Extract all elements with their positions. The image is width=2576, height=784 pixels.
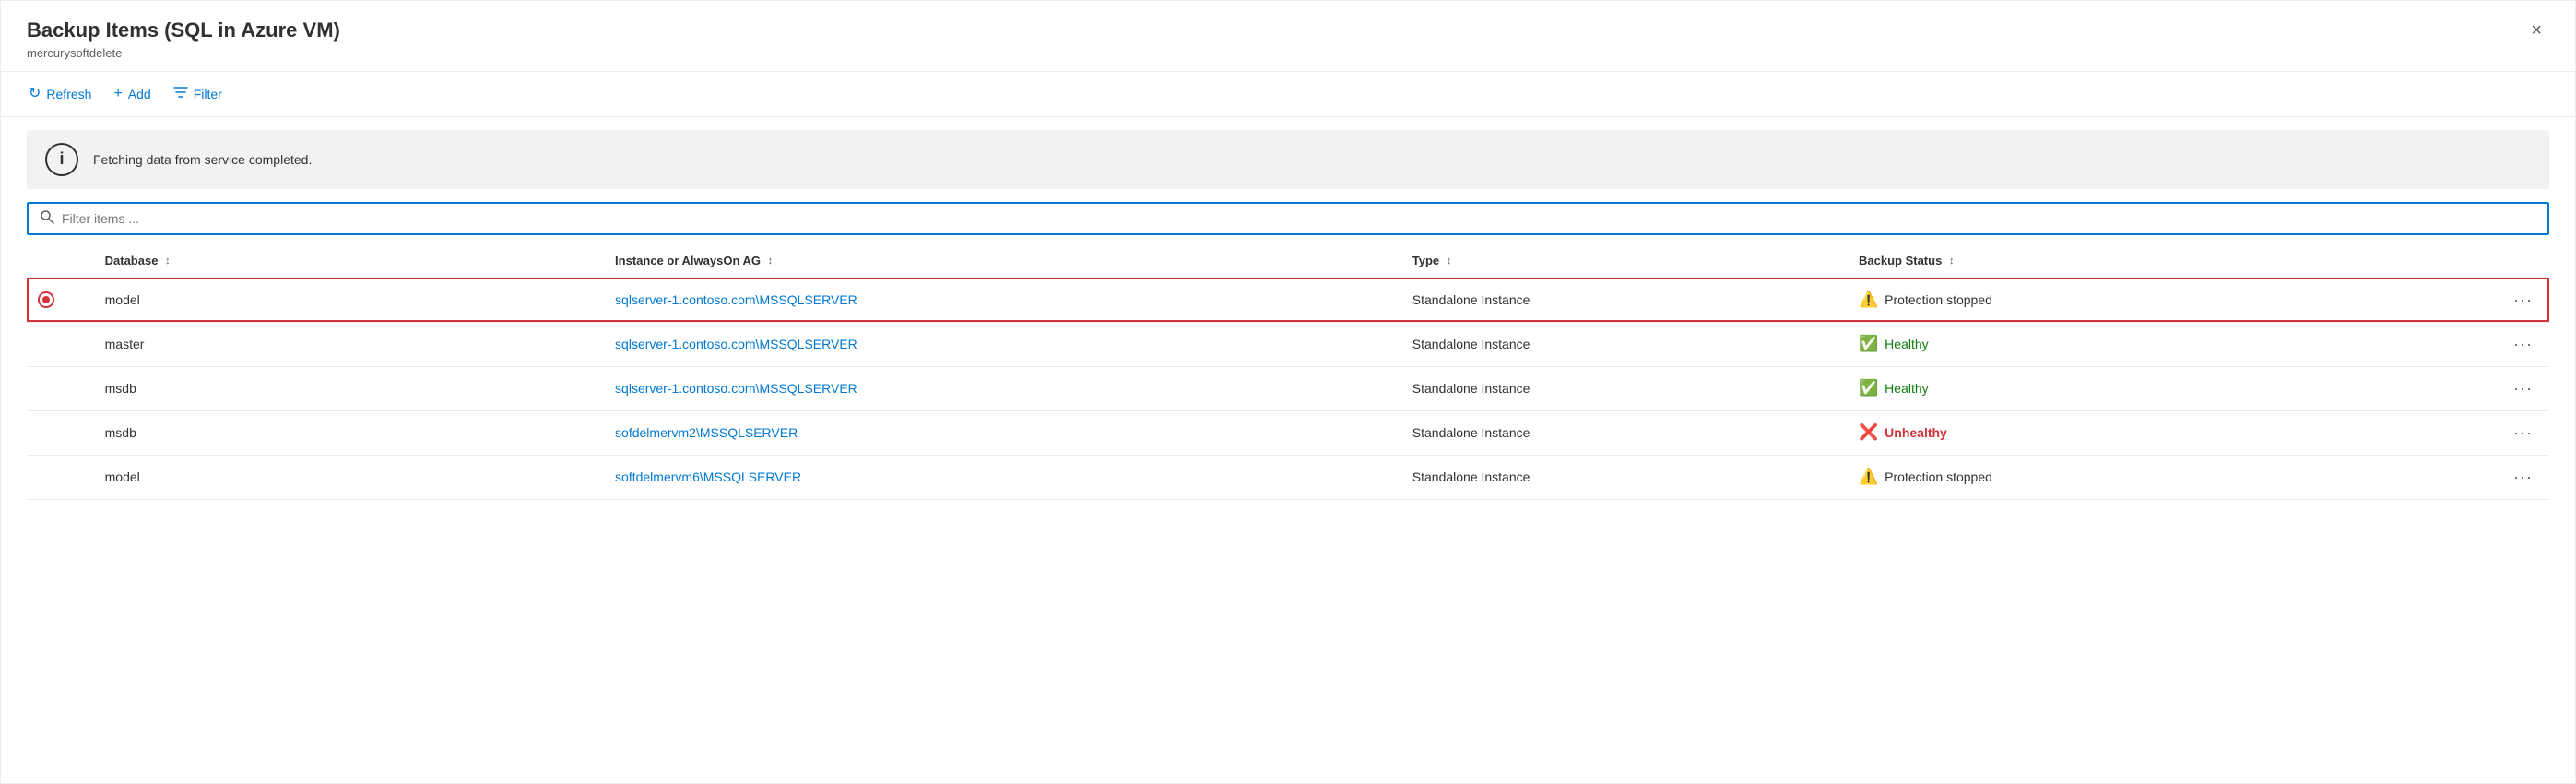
- backup-items-panel: Backup Items (SQL in Azure VM) mercuryso…: [0, 0, 2576, 784]
- cell-database: msdb: [94, 410, 604, 455]
- cell-backup-status: ⚠️ Protection stopped: [1848, 278, 2453, 323]
- more-button[interactable]: ···: [2508, 377, 2538, 400]
- col-header-more: [2453, 244, 2549, 278]
- cell-database: model: [94, 278, 604, 323]
- cell-backup-status: ⚠️ Protection stopped: [1848, 455, 2453, 499]
- more-button[interactable]: ···: [2508, 289, 2538, 312]
- cell-more: ···: [2453, 278, 2549, 323]
- col-header-database[interactable]: Database ↕: [94, 244, 604, 278]
- stop-icon: [38, 291, 54, 308]
- error-icon: ❌: [1859, 423, 1878, 442]
- healthy-icon: ✅: [1859, 379, 1878, 398]
- warning-icon: ⚠️: [1859, 291, 1878, 309]
- cell-type: Standalone Instance: [1401, 278, 1848, 323]
- table-row[interactable]: msdb sqlserver-1.contoso.com\MSSQLSERVER S…: [27, 366, 2549, 410]
- instance-link[interactable]: sqlserver-1.contoso.com\MSSQLSERVER: [615, 292, 857, 307]
- info-bar: i Fetching data from service completed.: [27, 130, 2549, 189]
- status-label: Protection stopped: [1885, 469, 1992, 484]
- close-button[interactable]: ×: [2523, 18, 2549, 43]
- info-icon: i: [45, 143, 78, 176]
- panel-title-area: Backup Items (SQL in Azure VM) mercuryso…: [27, 18, 340, 60]
- status-label: Protection stopped: [1885, 292, 1992, 307]
- cell-instance[interactable]: sqlserver-1.contoso.com\MSSQLSERVER: [604, 278, 1401, 323]
- instance-link[interactable]: sqlserver-1.contoso.com\MSSQLSERVER: [615, 381, 857, 396]
- col-header-status[interactable]: Backup Status ↕: [1848, 244, 2453, 278]
- table-row[interactable]: model softdelmervm6\MSSQLSERVER Standalone…: [27, 455, 2549, 499]
- cell-type: Standalone Instance: [1401, 366, 1848, 410]
- table-header-row: Database ↕ Instance or AlwaysOn AG ↕ Typ…: [27, 244, 2549, 278]
- cell-type: Standalone Instance: [1401, 455, 1848, 499]
- col-header-instance[interactable]: Instance or AlwaysOn AG ↕: [604, 244, 1401, 278]
- table-row[interactable]: master sqlserver-1.contoso.com\MSSQLSERVE…: [27, 322, 2549, 366]
- sort-icon-instance: ↕: [768, 255, 774, 267]
- cell-backup-status: ✅ Healthy: [1848, 366, 2453, 410]
- table-row[interactable]: model sqlserver-1.contoso.com\MSSQLSERVER…: [27, 278, 2549, 323]
- cell-database: model: [94, 455, 604, 499]
- filter-icon: [173, 85, 188, 103]
- row-status-icon: [27, 278, 94, 323]
- panel-subtitle: mercurysoftdelete: [27, 46, 340, 60]
- cell-type: Standalone Instance: [1401, 322, 1848, 366]
- cell-more: ···: [2453, 366, 2549, 410]
- info-message: Fetching data from service completed.: [93, 152, 312, 167]
- panel-header: Backup Items (SQL in Azure VM) mercuryso…: [1, 1, 2575, 72]
- panel-title: Backup Items (SQL in Azure VM): [27, 18, 340, 44]
- col-header-type[interactable]: Type ↕: [1401, 244, 1848, 278]
- add-icon: +: [113, 87, 122, 101]
- filter-button[interactable]: Filter: [171, 81, 224, 107]
- cell-database: msdb: [94, 366, 604, 410]
- cell-backup-status: ❌ Unhealthy: [1848, 410, 2453, 455]
- cell-more: ···: [2453, 410, 2549, 455]
- filter-label: Filter: [194, 87, 222, 101]
- more-button[interactable]: ···: [2508, 466, 2538, 489]
- cell-more: ···: [2453, 455, 2549, 499]
- cell-backup-status: ✅ Healthy: [1848, 322, 2453, 366]
- add-label: Add: [128, 87, 151, 101]
- cell-instance[interactable]: softdelmervm6\MSSQLSERVER: [604, 455, 1401, 499]
- instance-link[interactable]: softdelmervm6\MSSQLSERVER: [615, 469, 801, 484]
- search-input[interactable]: [62, 211, 2536, 226]
- toolbar: ↻ Refresh + Add Filter: [1, 72, 2575, 117]
- table-container: Database ↕ Instance or AlwaysOn AG ↕ Typ…: [27, 244, 2549, 783]
- sort-icon-type: ↕: [1447, 255, 1452, 267]
- instance-link[interactable]: sqlserver-1.contoso.com\MSSQLSERVER: [615, 337, 857, 351]
- cell-instance[interactable]: sqlserver-1.contoso.com\MSSQLSERVER: [604, 322, 1401, 366]
- instance-link[interactable]: sofdelmervm2\MSSQLSERVER: [615, 425, 798, 440]
- sort-icon-database: ↕: [165, 255, 171, 267]
- row-status-icon: [27, 322, 94, 366]
- backup-items-table: Database ↕ Instance or AlwaysOn AG ↕ Typ…: [27, 244, 2549, 500]
- sort-icon-status: ↕: [1949, 255, 1955, 267]
- cell-more: ···: [2453, 322, 2549, 366]
- more-button[interactable]: ···: [2508, 422, 2538, 445]
- status-label: Unhealthy: [1885, 425, 1947, 440]
- add-button[interactable]: + Add: [112, 83, 152, 105]
- cell-instance[interactable]: sofdelmervm2\MSSQLSERVER: [604, 410, 1401, 455]
- search-icon: [40, 209, 54, 228]
- warning-icon: ⚠️: [1859, 468, 1878, 486]
- row-status-icon: [27, 410, 94, 455]
- row-status-icon: [27, 455, 94, 499]
- row-status-icon: [27, 366, 94, 410]
- refresh-icon: ↻: [29, 87, 41, 101]
- cell-database: master: [94, 322, 604, 366]
- cell-type: Standalone Instance: [1401, 410, 1848, 455]
- status-label: Healthy: [1885, 337, 1928, 351]
- more-button[interactable]: ···: [2508, 333, 2538, 356]
- col-header-icon: [27, 244, 94, 278]
- cell-instance[interactable]: sqlserver-1.contoso.com\MSSQLSERVER: [604, 366, 1401, 410]
- status-label: Healthy: [1885, 381, 1928, 396]
- healthy-icon: ✅: [1859, 335, 1878, 353]
- search-bar: [27, 202, 2549, 235]
- refresh-label: Refresh: [46, 87, 91, 101]
- table-row[interactable]: msdb sofdelmervm2\MSSQLSERVER Standalone I…: [27, 410, 2549, 455]
- refresh-button[interactable]: ↻ Refresh: [27, 83, 93, 105]
